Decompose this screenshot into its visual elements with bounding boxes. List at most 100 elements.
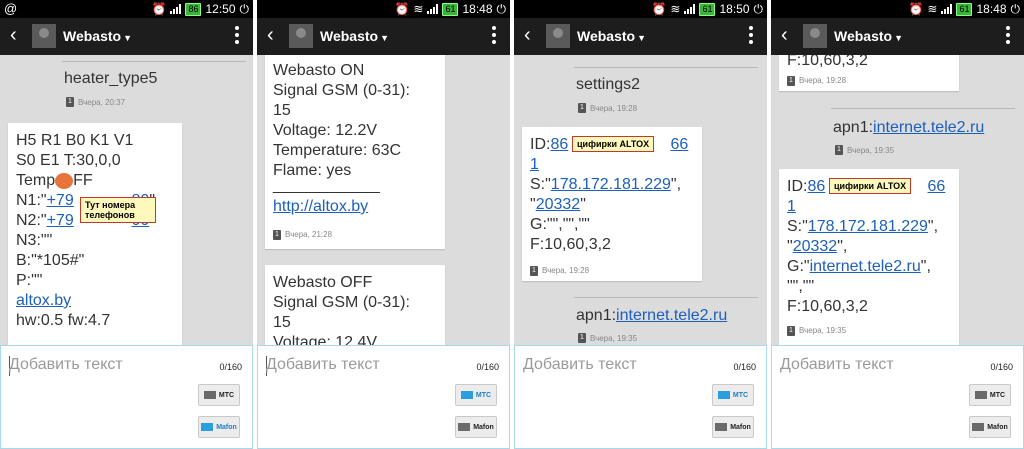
power-icon: ⏻ [753, 2, 764, 16]
alarm-icon: ⏰ [908, 2, 924, 16]
received-message[interactable]: H5 R1 B0 K1 V1 S0 E1 T:30,0,0 Temp FF N1:… [8, 123, 182, 345]
wifi-icon: ≋ [413, 2, 424, 16]
contact-title[interactable]: Webasto ▼ [320, 28, 389, 44]
phone-link[interactable]: +79 [47, 192, 74, 209]
caret-down-icon: ▼ [637, 33, 647, 43]
back-arrow-icon[interactable]: ‹ [267, 24, 274, 47]
divider [62, 61, 246, 62]
action-bar: ‹ Webasto ▼ [771, 18, 1024, 55]
sent-message: apn1:internet.tele2.ru [576, 307, 728, 324]
compose-box[interactable]: Добавить текст 0/160 МТС Mafon [514, 345, 767, 449]
send-mafon-button[interactable]: Mafon [455, 416, 497, 438]
alarm-icon: ⏰ [651, 2, 667, 16]
message-input[interactable]: Добавить текст [266, 356, 380, 374]
send-mts-button[interactable]: МТС [455, 384, 497, 406]
status-bar: ⏰ ≋ 61 18:48 ⏻ [257, 0, 510, 18]
apn-link[interactable]: internet.tele2.ru [810, 258, 921, 275]
conversation[interactable]: settings2 1 Вчера, 19:28 ID:86 66 1 S:"17… [514, 55, 767, 345]
send-icon [458, 423, 471, 431]
overflow-menu-icon[interactable] [235, 26, 239, 47]
screen-3: ⏰ ≋ 61 18:50 ⏻ ‹ Webasto ▼ settings2 1 Вче… [514, 0, 767, 449]
sent-message: settings2 [576, 76, 641, 93]
received-message[interactable]: Webasto OFF Signal GSM (0-31): 15 Voltag… [265, 265, 445, 345]
received-message[interactable]: F:10,60,3,2 1 Вчера, 19:28 [779, 55, 959, 91]
annotation-note: цифирки ALTOX [829, 178, 912, 194]
message-meta: 1 Вчера, 19:28 [578, 103, 637, 113]
send-mafon-button[interactable]: Mafon [198, 416, 240, 438]
avatar[interactable] [803, 24, 827, 48]
wifi-icon: ≋ [927, 2, 938, 16]
conversation[interactable]: Webasto ON Signal GSM (0-31): 15 Voltage… [257, 55, 510, 345]
message-meta: 1 Вчера, 19:35 [835, 145, 894, 155]
send-mts-button[interactable]: МТС [198, 384, 240, 406]
back-arrow-icon[interactable]: ‹ [10, 24, 17, 47]
status-bar: @ ⏰ 86 12:50 ⏻ [0, 0, 253, 18]
message-meta: 1 Вчера, 20:37 [66, 97, 125, 107]
avatar[interactable] [32, 24, 56, 48]
send-mafon-button[interactable]: Mafon [969, 416, 1011, 438]
caret-down-icon: ▼ [894, 33, 904, 43]
contact-title[interactable]: Webasto ▼ [63, 28, 132, 44]
devil-face-icon [55, 172, 74, 189]
sim-icon: 1 [835, 145, 843, 155]
received-message[interactable]: Webasto ON Signal GSM (0-31): 15 Voltage… [265, 55, 445, 249]
avatar[interactable] [289, 24, 313, 48]
message-meta: 1 Вчера, 19:35 [787, 321, 951, 341]
power-icon: ⏻ [496, 2, 507, 16]
send-mafon-button[interactable]: Mafon [712, 416, 754, 438]
send-mts-button[interactable]: МТС [969, 384, 1011, 406]
power-icon: ⏻ [239, 2, 250, 16]
overflow-menu-icon[interactable] [492, 26, 496, 47]
sim-icon: 1 [787, 326, 795, 336]
overflow-menu-icon[interactable] [749, 26, 753, 47]
phone-link[interactable]: +79 [47, 212, 74, 229]
received-message[interactable]: ID:86 66 1 S:"178.172.181.229", "20332",… [779, 169, 959, 345]
conversation[interactable]: heater_type5 1 Вчера, 20:37 H5 R1 B0 K1 V… [0, 55, 253, 345]
compose-box[interactable]: Добавить текст 0/160 МТС Mafon [0, 345, 253, 449]
annotation-note: цифирки ALTOX [572, 136, 655, 152]
caret-down-icon: ▼ [380, 33, 390, 43]
conversation[interactable]: F:10,60,3,2 1 Вчера, 19:28 apn1:internet.… [771, 55, 1024, 345]
apn-link[interactable]: internet.tele2.ru [616, 307, 727, 324]
apn-link[interactable]: internet.tele2.ru [873, 119, 984, 136]
compose-box[interactable]: Добавить текст 0/160 МТС Mafon [257, 345, 510, 449]
compose-box[interactable]: Добавить текст 0/160 МТС Mafon [771, 345, 1024, 449]
send-icon [460, 391, 473, 399]
altox-link[interactable]: http://altox.by [273, 198, 368, 215]
battery-icon: 61 [699, 2, 716, 16]
clock-text: 12:50 [205, 2, 236, 16]
power-icon: ⏻ [1010, 2, 1021, 16]
message-input[interactable]: Добавить текст [9, 356, 123, 374]
port-link[interactable]: 20332 [793, 238, 838, 255]
clock-text: 18:48 [976, 2, 1007, 16]
back-arrow-icon[interactable]: ‹ [781, 24, 788, 47]
signal-icon [684, 4, 696, 14]
sent-message: apn1:internet.tele2.ru [833, 119, 985, 136]
ip-link[interactable]: 178.172.181.229 [551, 176, 671, 193]
avatar[interactable] [546, 24, 570, 48]
send-icon [717, 391, 730, 399]
altox-link[interactable]: altox.by [16, 292, 71, 309]
screen-4: ⏰ ≋ 61 18:48 ⏻ ‹ Webasto ▼ F:10,60,3,2 1В… [771, 0, 1024, 449]
battery-icon: 61 [956, 2, 973, 16]
annotation-note: Тут номера телефонов [80, 197, 156, 223]
action-bar: ‹ Webasto ▼ [514, 18, 767, 55]
sim-icon: 1 [578, 333, 586, 343]
message-meta: 1 Вчера, 21:28 [273, 225, 437, 245]
overflow-menu-icon[interactable] [1006, 26, 1010, 47]
message-input[interactable]: Добавить текст [780, 356, 894, 374]
alarm-icon: ⏰ [151, 2, 167, 16]
screen-2: ⏰ ≋ 61 18:48 ⏻ ‹ Webasto ▼ Webasto ON Sig… [257, 0, 510, 449]
contact-title[interactable]: Webasto ▼ [577, 28, 646, 44]
battery-icon: 86 [185, 2, 202, 16]
battery-icon: 61 [442, 2, 459, 16]
ip-link[interactable]: 178.172.181.229 [808, 218, 928, 235]
back-arrow-icon[interactable]: ‹ [524, 24, 531, 47]
contact-title[interactable]: Webasto ▼ [834, 28, 903, 44]
send-mts-button[interactable]: МТС [712, 384, 754, 406]
message-meta: 1 Вчера, 19:28 [530, 261, 694, 281]
send-icon [972, 423, 985, 431]
send-icon [201, 423, 214, 431]
message-input[interactable]: Добавить текст [523, 356, 637, 374]
port-link[interactable]: 20332 [536, 196, 581, 213]
